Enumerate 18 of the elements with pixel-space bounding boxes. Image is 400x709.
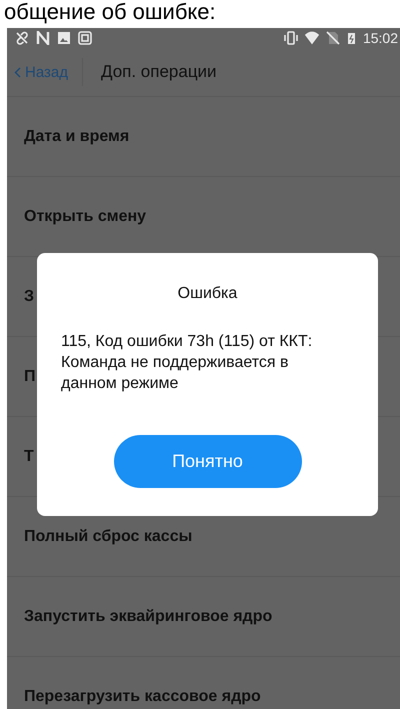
dialog-title: Ошибка <box>178 285 238 303</box>
link-off-icon <box>15 31 29 45</box>
menu-item[interactable]: Дата и время <box>7 96 400 176</box>
n-icon <box>36 31 50 45</box>
battery-icon <box>346 31 356 45</box>
no-sim-icon <box>326 31 340 45</box>
image-icon <box>57 31 71 45</box>
vibrate-icon <box>284 31 298 45</box>
status-time: 15:02 <box>362 30 398 46</box>
dialog-message: 115, Код ошибки 73h (115) от ККТ: Команда не поддерживается в данном режиме <box>61 332 314 394</box>
caption-text: общение об ошибке: <box>3 0 217 26</box>
chevron-left-icon <box>14 66 21 78</box>
menu-item[interactable]: Перезагрузить кассовое ядро <box>7 656 400 709</box>
menu-item[interactable]: Запустить эквайринговое ядро <box>7 576 400 656</box>
square-icon <box>78 31 92 45</box>
page-title: Доп. операции <box>100 62 217 82</box>
wifi-icon <box>304 31 319 45</box>
ok-button[interactable]: Понятно <box>114 435 302 488</box>
